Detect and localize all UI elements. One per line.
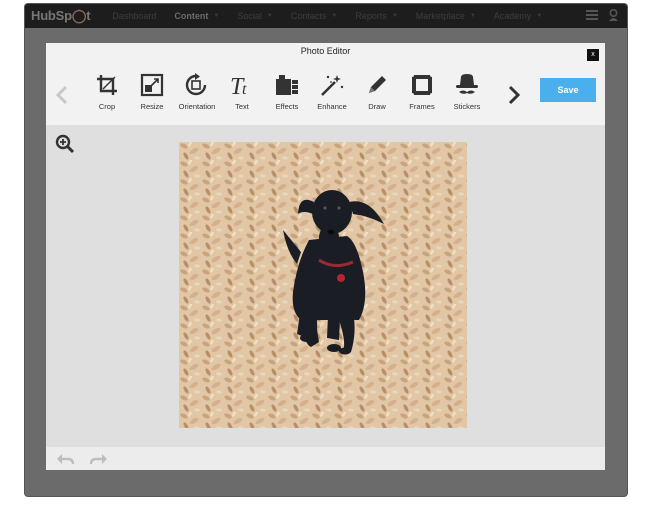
- tool-frames[interactable]: Frames: [400, 72, 444, 111]
- chevron-down-icon: ▼: [213, 13, 220, 19]
- modal-title: Photo Editor: [300, 46, 351, 56]
- hubspot-logo[interactable]: HubSp◯t: [31, 8, 91, 24]
- tool-enhance[interactable]: Enhance: [310, 72, 354, 111]
- chevron-down-icon: ▼: [331, 13, 338, 19]
- zoom-in-icon[interactable]: [55, 134, 75, 154]
- nav-dashboard[interactable]: Dashboard: [112, 11, 156, 21]
- tool-text[interactable]: T t Text: [220, 72, 264, 111]
- chevron-down-icon: ▼: [469, 13, 476, 19]
- menu-icon[interactable]: [586, 10, 598, 20]
- effects-icon: [265, 72, 309, 98]
- enhance-icon: [310, 72, 354, 98]
- tool-stickers[interactable]: Stickers: [445, 72, 489, 111]
- editor-toolbar: Crop Resize Orientation T t Text Effects…: [46, 61, 605, 125]
- orientation-icon: [175, 72, 219, 98]
- top-navigation: HubSp◯t Dashboard Content ▼ Social ▼ Conta…: [25, 4, 627, 28]
- nav-marketplace[interactable]: Marketplace ▼: [416, 11, 476, 21]
- chevron-right-icon[interactable]: [507, 85, 521, 105]
- tool-effects[interactable]: Effects: [265, 72, 309, 111]
- redo-icon[interactable]: [90, 452, 108, 466]
- tool-crop[interactable]: Crop: [85, 72, 129, 111]
- nav-reports[interactable]: Reports ▼: [355, 11, 397, 21]
- draw-icon: [355, 72, 399, 98]
- nav-content[interactable]: Content ▼: [174, 11, 219, 21]
- nav-academy[interactable]: Academy ▼: [494, 11, 542, 21]
- tool-orientation[interactable]: Orientation: [175, 72, 219, 111]
- resize-icon: [130, 72, 174, 98]
- chevron-down-icon: ▼: [266, 13, 273, 19]
- nav-social[interactable]: Social ▼: [237, 11, 272, 21]
- svg-text:t: t: [242, 81, 247, 97]
- chevron-down-icon: ▼: [391, 13, 398, 19]
- photo-editor-modal: Photo Editor x Crop Resize Orientation T…: [46, 43, 605, 470]
- chevron-down-icon: ▼: [536, 13, 543, 19]
- nav-contacts[interactable]: Contacts ▼: [291, 11, 337, 21]
- undo-icon[interactable]: [56, 452, 74, 466]
- dog-photo[interactable]: [179, 142, 467, 428]
- text-icon: T t: [220, 72, 264, 98]
- frames-icon: [400, 72, 444, 98]
- close-button[interactable]: x: [587, 49, 599, 61]
- editor-canvas: [46, 125, 605, 447]
- tool-resize[interactable]: Resize: [130, 72, 174, 111]
- stickers-icon: [445, 72, 489, 98]
- crop-icon: [85, 72, 129, 98]
- editor-footer: [46, 447, 605, 470]
- user-icon[interactable]: [608, 9, 619, 21]
- chevron-left-icon[interactable]: [55, 85, 69, 105]
- save-button[interactable]: Save: [540, 78, 596, 102]
- tool-draw[interactable]: Draw: [355, 72, 399, 111]
